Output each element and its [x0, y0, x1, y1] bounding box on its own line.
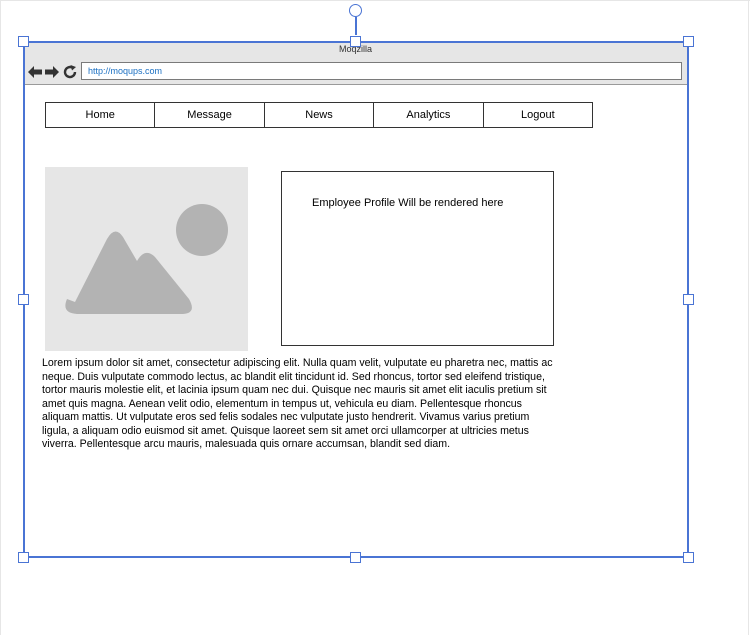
resize-handle-top-left[interactable] [18, 36, 29, 47]
address-bar[interactable]: http://moqups.com [81, 62, 682, 80]
canvas-edge-top [0, 0, 750, 1]
browser-titlebar: Moqzilla http://moqups.com [23, 41, 688, 85]
rotate-handle[interactable] [349, 4, 362, 17]
image-placeholder-icon [65, 204, 228, 314]
nav-analytics[interactable]: Analytics [374, 103, 484, 127]
resize-handle-bottom-middle[interactable] [350, 552, 361, 563]
arrow-right-icon[interactable] [44, 64, 60, 80]
canvas-edge-right [748, 0, 749, 635]
main-navbar: Home Message News Analytics Logout [45, 102, 593, 128]
resize-handle-bottom-right[interactable] [683, 552, 694, 563]
resize-handle-top-middle[interactable] [350, 36, 361, 47]
resize-handle-bottom-left[interactable] [18, 552, 29, 563]
arrow-left-icon[interactable] [27, 64, 43, 80]
resize-handle-middle-left[interactable] [18, 294, 29, 305]
resize-handle-top-right[interactable] [683, 36, 694, 47]
body-paragraph: Lorem ipsum dolor sit amet, consectetur … [42, 357, 553, 450]
nav-logout[interactable]: Logout [484, 103, 592, 127]
image-placeholder [45, 167, 248, 351]
refresh-icon[interactable] [62, 64, 78, 80]
nav-news[interactable]: News [265, 103, 375, 127]
profile-placeholder-text: Employee Profile Will be rendered here [312, 197, 504, 209]
nav-message[interactable]: Message [155, 103, 265, 127]
employee-profile-box: Employee Profile Will be rendered here [281, 171, 554, 346]
canvas-edge-left [0, 0, 1, 635]
rotate-stem [355, 17, 357, 35]
nav-home[interactable]: Home [46, 103, 156, 127]
resize-handle-middle-right[interactable] [683, 294, 694, 305]
